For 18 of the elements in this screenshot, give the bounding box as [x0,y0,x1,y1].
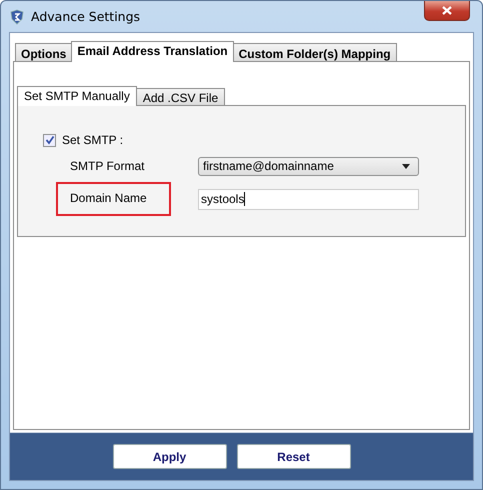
close-button[interactable] [424,1,470,21]
reset-button[interactable]: Reset [236,444,350,469]
shield-icon [9,8,25,24]
checkbox-label: Set SMTP : [62,133,124,147]
close-icon [442,6,452,15]
window-title: Advance Settings [31,9,140,24]
caret-icon [402,164,410,168]
tab[interactable]: Email Address Translation [71,41,234,62]
dropdown[interactable]: firstname@domainname [198,156,419,176]
input-field[interactable]: systools [198,188,419,210]
field-label: SMTP Format [69,158,146,175]
field-label: Domain Name [58,184,169,214]
tab[interactable]: Custom Folder(s) Mapping [232,43,397,61]
tab[interactable]: Set SMTP Manually [17,86,137,106]
checkbox[interactable] [43,134,56,146]
apply-button[interactable]: Apply [112,444,226,469]
tab[interactable]: Add .CSV File [136,88,226,105]
tab[interactable]: Options [15,43,72,61]
